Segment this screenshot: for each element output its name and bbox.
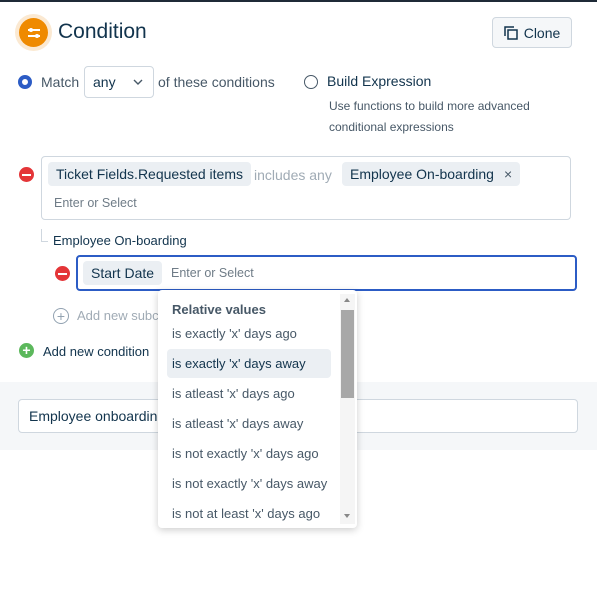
- condition-input[interactable]: Enter or Select: [54, 196, 137, 210]
- match-label: Match: [41, 74, 80, 90]
- build-expression-label: Build Expression: [327, 73, 432, 89]
- add-icon[interactable]: +: [19, 343, 34, 358]
- relative-values-dropdown[interactable]: Relative values is exactly 'x' days ago …: [158, 290, 357, 528]
- clone-button[interactable]: Clone: [492, 17, 572, 48]
- plus-circle-icon[interactable]: +: [53, 308, 69, 324]
- add-condition-link[interactable]: Add new condition: [43, 344, 149, 359]
- operator-label: includes any: [254, 167, 332, 183]
- dropdown-item[interactable]: is exactly 'x' days ago: [167, 319, 331, 348]
- scrollbar[interactable]: [340, 294, 355, 524]
- top-border: [0, 0, 597, 2]
- match-suffix: of these conditions: [158, 74, 275, 90]
- build-expression-help: Use functions to build more advanced cond…: [329, 99, 530, 134]
- copy-icon: [503, 25, 518, 40]
- condition-box[interactable]: Ticket Fields.Requested items includes a…: [41, 156, 571, 220]
- dropdown-item[interactable]: is atleast 'x' days away: [167, 409, 331, 438]
- value-chip[interactable]: Employee On-boarding ×: [342, 162, 521, 186]
- dropdown-item[interactable]: is not exactly 'x' days away: [167, 469, 331, 498]
- subcondition-box[interactable]: Start Date Enter or Select: [76, 255, 577, 291]
- subcondition-group-label: Employee On-boarding: [53, 233, 187, 248]
- close-icon[interactable]: ×: [504, 166, 512, 182]
- page-title: Condition: [58, 20, 147, 43]
- field-chip[interactable]: Ticket Fields.Requested items: [48, 162, 251, 186]
- build-expression-radio[interactable]: [304, 75, 318, 89]
- scrollbar-thumb[interactable]: [341, 310, 354, 398]
- dropdown-item[interactable]: is not at least 'x' days ago: [167, 499, 331, 528]
- scroll-down-icon[interactable]: [344, 514, 350, 518]
- remove-subcondition-icon[interactable]: [55, 266, 70, 281]
- dropdown-item[interactable]: is atleast 'x' days ago: [167, 379, 331, 408]
- remove-condition-icon[interactable]: [19, 167, 34, 182]
- dropdown-item[interactable]: is exactly 'x' days away: [167, 349, 331, 378]
- scroll-up-icon[interactable]: [344, 298, 350, 302]
- subcondition-input[interactable]: Enter or Select: [171, 266, 254, 280]
- dropdown-item[interactable]: is not exactly 'x' days ago: [167, 439, 331, 468]
- match-select[interactable]: any: [84, 66, 154, 98]
- dropdown-header: Relative values: [172, 302, 266, 317]
- start-date-chip[interactable]: Start Date: [83, 261, 163, 285]
- match-radio[interactable]: [18, 75, 32, 89]
- tree-connector: [41, 229, 48, 242]
- chevron-down-icon: [133, 79, 143, 85]
- sliders-icon: [15, 14, 52, 51]
